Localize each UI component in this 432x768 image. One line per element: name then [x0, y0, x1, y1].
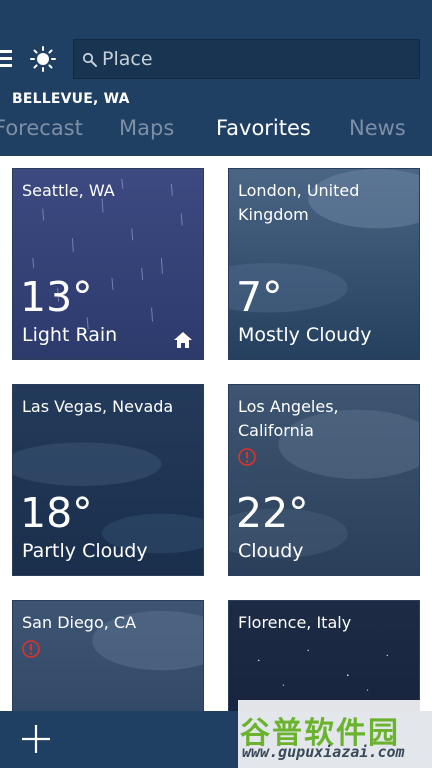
tab-news[interactable]: News [349, 116, 406, 140]
tile-temperature: 22° [236, 489, 309, 537]
hamburger-menu-icon[interactable] [0, 50, 14, 68]
tile-temperature: 7° [236, 273, 283, 321]
tile-city-name: San Diego, CA [22, 613, 137, 632]
tile-temperature: 18° [20, 489, 93, 537]
alert-icon[interactable] [237, 447, 257, 467]
tile-condition: Light Rain [22, 324, 118, 346]
tile-city-name: London, United Kingdom [238, 181, 360, 224]
tile-condition: Partly Cloudy [22, 540, 148, 562]
tab-forecast[interactable]: Forecast [0, 116, 83, 140]
watermark-url: www.gupuxiazai.com [242, 743, 405, 761]
alert-icon[interactable] [21, 639, 41, 659]
tile-city-name: Las Vegas, Nevada [22, 397, 174, 416]
tile-temperature: 13° [20, 273, 93, 321]
sun-icon[interactable] [30, 46, 56, 72]
favorite-tile-london[interactable]: London, United Kingdom 7° Mostly Cloudy [228, 168, 420, 360]
tab-favorites[interactable]: Favorites [216, 116, 311, 140]
favorite-tile-los-angeles[interactable]: Los Angeles, California 22° Cloudy [228, 384, 420, 576]
search-icon [82, 52, 97, 67]
add-icon[interactable] [18, 721, 54, 757]
favorite-tile-las-vegas[interactable]: Las Vegas, Nevada 18° Partly Cloudy [12, 384, 204, 576]
current-location: BELLEVUE, WA [12, 91, 130, 107]
tile-city-name: Florence, Italy [238, 613, 352, 632]
tile-condition: Cloudy [238, 540, 304, 562]
search-input[interactable] [102, 40, 402, 78]
home-icon [174, 332, 192, 348]
app-header: BELLEVUE, WA Forecast Maps Favorites New… [0, 0, 432, 156]
tile-city-name: Seattle, WA [22, 181, 115, 200]
tab-bar: Forecast Maps Favorites News [0, 116, 432, 152]
favorite-tile-seattle[interactable]: Seattle, WA 13° Light Rain [12, 168, 204, 360]
tile-city-name: Los Angeles, California [238, 397, 339, 440]
tab-maps[interactable]: Maps [119, 116, 174, 140]
tile-condition: Mostly Cloudy [238, 324, 372, 346]
watermark: 谷普软件园 www.gupuxiazai.com [238, 700, 432, 768]
search-box[interactable] [73, 39, 420, 79]
